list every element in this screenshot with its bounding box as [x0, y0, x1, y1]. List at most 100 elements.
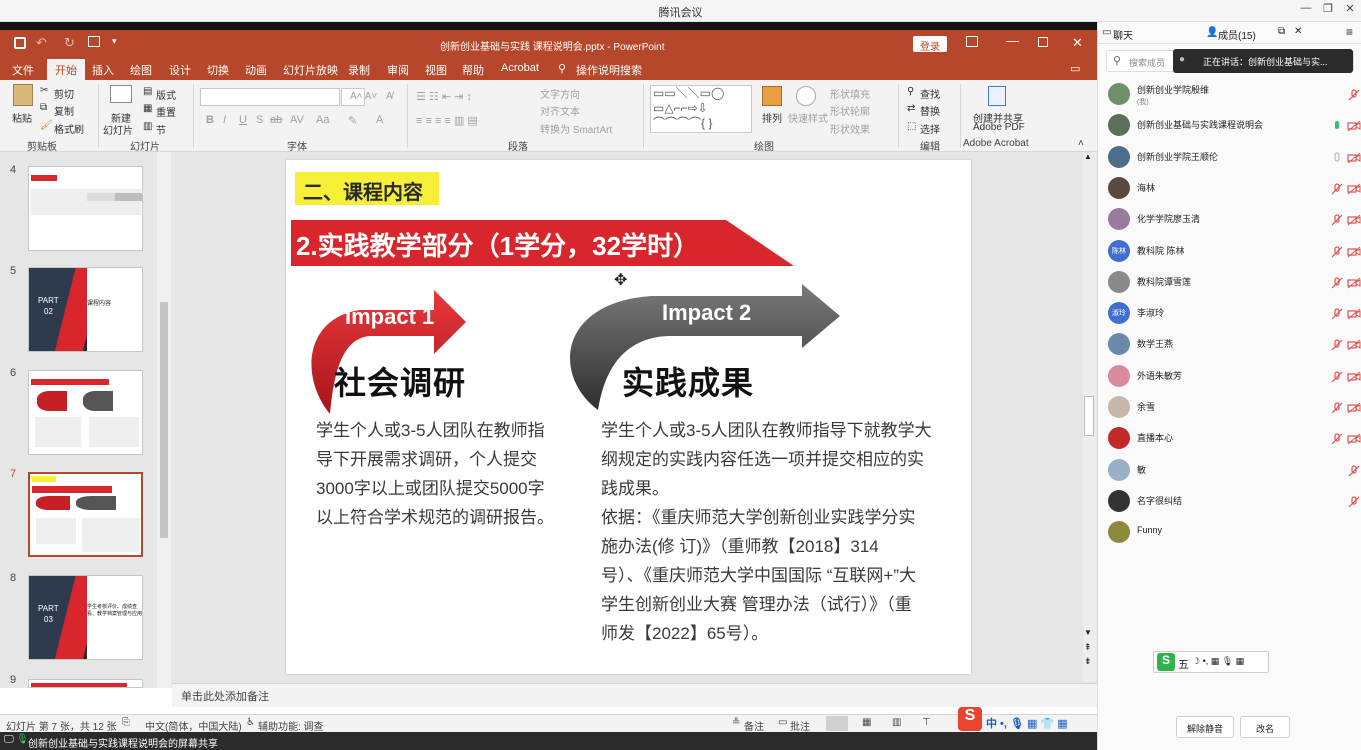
shape-outline-button[interactable]: 形状轮廓 [830, 103, 870, 118]
search-input[interactable]: 搜索成员 [1129, 56, 1165, 69]
scroll-up-icon[interactable]: ▲ [1084, 152, 1092, 161]
member-row[interactable]: 创新创业学院王顺伦 [1108, 145, 1361, 171]
thumbnails-scroll-thumb[interactable] [160, 302, 168, 538]
menu-icon[interactable]: ≡ [1346, 25, 1353, 39]
section-icon[interactable]: ▥ [143, 121, 152, 132]
camera-off-icon[interactable] [1347, 182, 1361, 196]
prev-slide-icon[interactable]: ⇞ [1084, 642, 1092, 653]
reset-button[interactable]: 重置 [156, 104, 176, 119]
ime-float-toolbar[interactable]: S 五 ☽ •, ▦ 🎙 ▦ [1153, 651, 1269, 673]
tab-view[interactable]: 视图 [425, 62, 447, 78]
shapes-gallery[interactable]: ▭▭＼＼▭◯ ▭△⌐⌐⇨⇩ ⌒⌒⌒⌒{ } [650, 85, 752, 133]
member-row[interactable]: 创新创业基础与实践课程说明会 [1108, 113, 1361, 139]
quick-styles-button[interactable]: 快速样式 [788, 110, 828, 125]
tab-file[interactable]: 文件 [12, 62, 34, 78]
tab-design[interactable]: 设计 [169, 62, 191, 78]
next-slide-icon[interactable]: ⇟ [1084, 656, 1092, 667]
sorter-view-icon[interactable]: ▦ [862, 717, 871, 728]
reading-view-icon[interactable]: ▥ [892, 717, 901, 728]
select-icon[interactable]: ⬚ [907, 121, 916, 132]
camera-off-icon[interactable] [1347, 307, 1361, 321]
notes-pane[interactable]: 单击此处添加备注 [172, 683, 1097, 707]
grow-font-icon[interactable]: A˄ A˅ [350, 91, 377, 102]
tell-me-search[interactable]: 操作说明搜索 [576, 62, 642, 78]
format-painter-icon[interactable]: 🖌 [40, 120, 53, 131]
comments-icon[interactable]: ▭ [778, 717, 787, 728]
smartart-button[interactable]: 转换为 SmartArt [540, 121, 612, 136]
accessibility-icon[interactable]: ♿ [246, 717, 255, 728]
ribbon-display-icon[interactable] [966, 36, 978, 47]
member-row[interactable]: 化学学院廖玉清 [1108, 207, 1361, 233]
highlight-icon[interactable]: ✎ [348, 114, 357, 127]
mic-muted-icon[interactable] [1347, 495, 1361, 509]
accessibility-status[interactable]: 辅助功能: 调查 [258, 718, 324, 733]
ppt-restore-icon[interactable] [1038, 37, 1048, 47]
clear-format-icon[interactable]: A̸ [386, 91, 393, 102]
tab-acrobat[interactable]: Acrobat [501, 62, 539, 74]
popout-icon[interactable]: ⧉ [1278, 26, 1285, 37]
member-row[interactable]: 名字很纠结 [1108, 489, 1361, 515]
canvas-scroll-thumb[interactable] [1084, 396, 1094, 436]
member-row[interactable]: 直播本心 [1108, 426, 1361, 452]
adobe-pdf-label[interactable]: Adobe PDF [973, 122, 1025, 133]
tab-insert[interactable]: 插入 [92, 62, 114, 78]
login-button[interactable]: 登录 [913, 36, 947, 53]
cut-icon[interactable]: ✂ [40, 85, 48, 96]
mic-muted-icon[interactable] [1330, 307, 1344, 321]
arrange-icon[interactable] [762, 86, 782, 106]
layout-icon[interactable]: ▤ [143, 86, 152, 97]
mic-muted-icon[interactable] [1330, 370, 1344, 384]
member-row[interactable]: 余雪 [1108, 395, 1361, 421]
thumbnails-scrollbar[interactable] [157, 152, 171, 688]
member-row[interactable]: 教科院谭雪莲 [1108, 270, 1361, 296]
find-icon[interactable]: ⚲ [907, 86, 914, 97]
thumbnail-slide-8[interactable]: PART 03 学生考核评价、成绩查看、教学档案管理与应用 [28, 575, 143, 660]
section-button[interactable]: 节 [156, 122, 166, 137]
undo-icon[interactable]: ↶ [36, 35, 47, 51]
member-row[interactable]: 数学王燕 [1108, 332, 1361, 358]
member-row[interactable]: Funny [1108, 520, 1358, 546]
slideshow-view-icon[interactable]: ⊤ [922, 717, 931, 728]
member-row[interactable]: 陈林 教科院 陈林 [1108, 239, 1361, 265]
tab-draw[interactable]: 绘图 [130, 62, 152, 78]
mic-active-icon[interactable] [1330, 119, 1344, 133]
thumbnail-slide-6[interactable] [28, 370, 143, 455]
camera-off-icon[interactable] [1347, 213, 1361, 227]
mic-muted-icon[interactable] [1330, 276, 1344, 290]
thumbnail-slide-4[interactable] [28, 166, 143, 251]
ppt-minimize-icon[interactable]: — [1006, 33, 1019, 48]
mic-muted-icon[interactable] [1330, 213, 1344, 227]
align-text-button[interactable]: 对齐文本 [540, 103, 580, 118]
mic-muted-icon[interactable] [1330, 182, 1344, 196]
camera-off-icon[interactable] [1347, 401, 1361, 415]
normal-view-icon[interactable] [826, 716, 848, 731]
copy-button[interactable]: 复制 [54, 103, 74, 118]
spellcheck-icon[interactable]: ⎘ [122, 717, 130, 728]
camera-off-icon[interactable] [1347, 245, 1361, 259]
tab-members[interactable]: 成员(15) [1218, 27, 1256, 42]
minimize-icon[interactable]: — [1296, 2, 1316, 20]
panel-close-icon[interactable]: ✕ [1294, 26, 1302, 37]
thumbnail-slide-5[interactable]: PART 02 课程内容 [28, 267, 143, 352]
camera-off-icon[interactable] [1347, 432, 1361, 446]
comments-button[interactable]: 批注 [790, 718, 810, 733]
tab-record[interactable]: 录制 [348, 62, 370, 78]
italic-icon[interactable]: I [223, 114, 226, 126]
format-painter-button[interactable]: 格式刷 [54, 121, 84, 136]
mic-muted-icon[interactable] [1330, 401, 1344, 415]
notes-button[interactable]: 备注 [744, 718, 764, 733]
ppt-close-icon[interactable]: ✕ [1072, 35, 1083, 51]
redo-icon[interactable]: ↻ [64, 35, 75, 51]
chat-icon[interactable]: ▭ [1102, 27, 1111, 38]
member-row[interactable]: 敏 [1108, 458, 1360, 484]
underline-icon[interactable]: U [239, 114, 247, 126]
align-icons[interactable]: ≡ ≡ ≡ ≡ ▥ ▤ [416, 114, 478, 127]
reset-icon[interactable]: ▦ [143, 103, 152, 114]
font-color-icon[interactable]: A [376, 114, 383, 126]
present-icon[interactable] [88, 36, 100, 47]
member-row[interactable]: 淑玲 李淑玲 [1108, 301, 1361, 327]
cut-button[interactable]: 剪切 [54, 86, 74, 101]
tab-home[interactable]: 开始 [47, 59, 85, 80]
mic-icon[interactable] [1330, 151, 1344, 165]
font-name-field[interactable] [200, 88, 340, 106]
